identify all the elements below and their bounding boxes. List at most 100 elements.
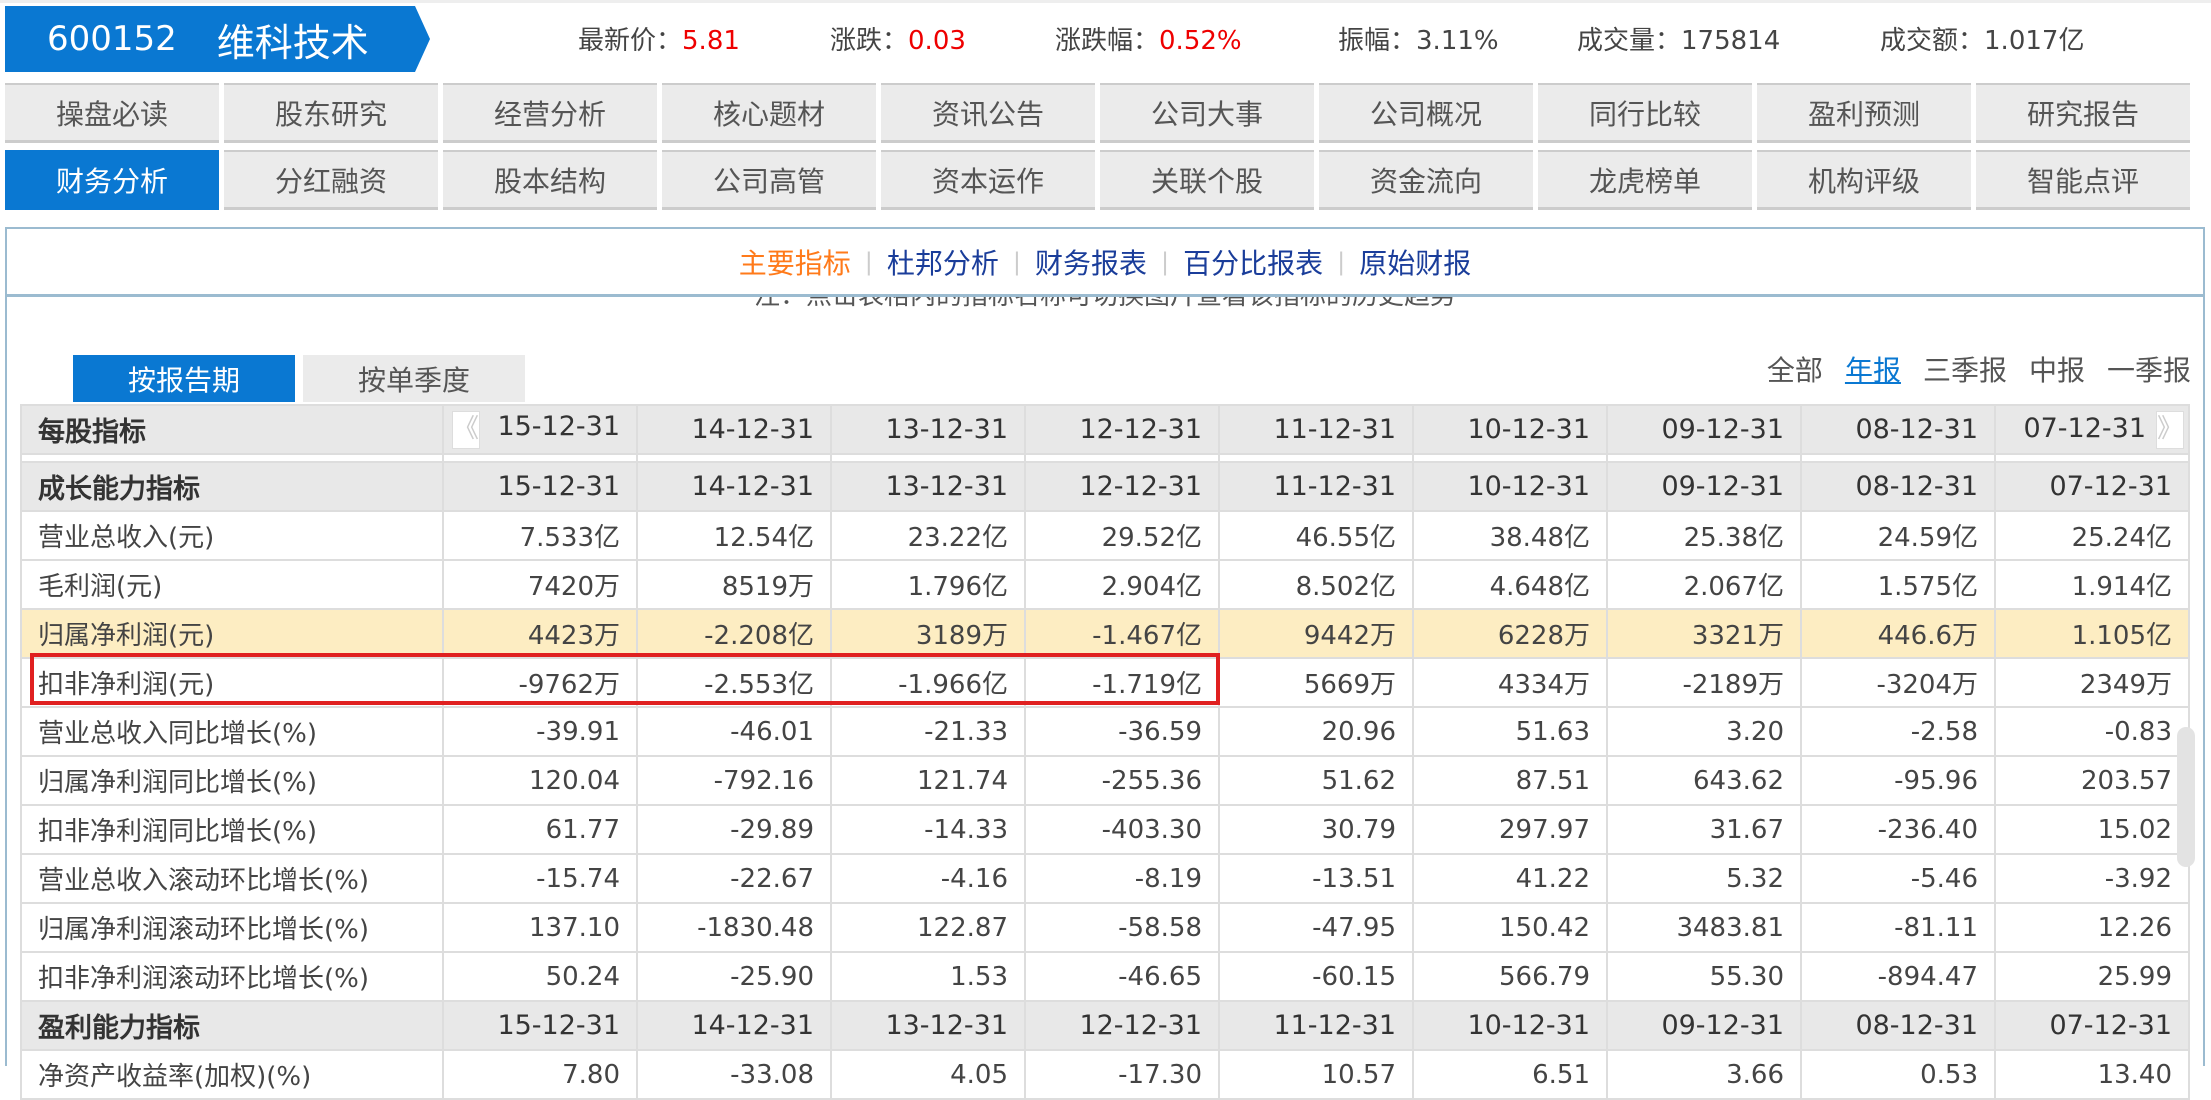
value-cell: 7.533亿 bbox=[442, 510, 638, 561]
date-header: 14-12-31 bbox=[636, 1000, 832, 1051]
value-cell: -2.58 bbox=[1800, 706, 1996, 757]
period-tab[interactable]: 按报告期 bbox=[73, 355, 295, 402]
indicator-name[interactable]: 扣非净利润滚动环比增长(%) bbox=[20, 951, 444, 1002]
date-header: 15-12-31 bbox=[442, 461, 638, 512]
indicator-name[interactable]: 归属净利润同比增长(%) bbox=[20, 755, 444, 806]
value-cell: 8519万 bbox=[636, 559, 832, 610]
nav-tab-17[interactable]: 龙虎榜单 bbox=[1538, 150, 1752, 210]
scrollbar[interactable] bbox=[2177, 727, 2195, 867]
date-header: 11-12-31 bbox=[1218, 1000, 1414, 1051]
next-arrow-icon[interactable]: 》 bbox=[2156, 410, 2184, 449]
value-cell: -14.33 bbox=[830, 804, 1026, 855]
indicator-name[interactable]: 扣非净利润(元) bbox=[20, 657, 444, 708]
nav-tab-14[interactable]: 资本运作 bbox=[881, 150, 1095, 210]
date-header: 07-12-31 》 bbox=[1994, 404, 2190, 455]
nav-tab-3[interactable]: 核心题材 bbox=[662, 83, 876, 143]
stock-name: 维科技术 bbox=[216, 20, 369, 65]
value-cell: 1.53 bbox=[830, 951, 1026, 1002]
nav-tab-9[interactable]: 研究报告 bbox=[1976, 83, 2190, 143]
value-cell: 203.57 bbox=[1994, 755, 2190, 806]
spacer-row bbox=[20, 453, 2190, 463]
indicator-name[interactable]: 归属净利润滚动环比增长(%) bbox=[20, 902, 444, 953]
subtab-link[interactable]: 杜邦分析 bbox=[873, 242, 1013, 282]
value-cell: 6.51 bbox=[1412, 1049, 1608, 1100]
nav-tab-19[interactable]: 智能点评 bbox=[1976, 150, 2190, 210]
value-cell: 24.59亿 bbox=[1800, 510, 1996, 561]
prev-arrow-icon[interactable]: 《 bbox=[452, 410, 480, 449]
value-cell: 12.54亿 bbox=[636, 510, 832, 561]
value-cell: 29.52亿 bbox=[1024, 510, 1220, 561]
indicator-name[interactable]: 毛利润(元) bbox=[20, 559, 444, 610]
filter-tab[interactable]: 全部 bbox=[1767, 349, 1823, 389]
nav-tab-4[interactable]: 资讯公告 bbox=[881, 83, 1095, 143]
nav-tab-13[interactable]: 公司高管 bbox=[662, 150, 876, 210]
value-cell: 4423万 bbox=[442, 608, 638, 659]
value-cell: 2.904亿 bbox=[1024, 559, 1220, 610]
nav-tab-18[interactable]: 机构评级 bbox=[1757, 150, 1971, 210]
nav-tab-1[interactable]: 股东研究 bbox=[224, 83, 438, 143]
quote-value: 0.03 bbox=[908, 26, 966, 56]
date-text: 12-12-31 bbox=[1079, 414, 1202, 445]
nav-tab-8[interactable]: 盈利预测 bbox=[1757, 83, 1971, 143]
header-label: 每股指标 bbox=[20, 404, 444, 455]
nav-tab-7[interactable]: 同行比较 bbox=[1538, 83, 1752, 143]
subtab-link[interactable]: 主要指标 bbox=[725, 242, 865, 282]
spacer-cell bbox=[1412, 453, 1608, 463]
value-cell: 643.62 bbox=[1606, 755, 1802, 806]
nav-tab-0[interactable]: 操盘必读 bbox=[5, 83, 219, 143]
sub-tabs: 主要指标 | 杜邦分析 | 财务报表 | 百分比报表 | 原始财报 bbox=[7, 227, 2203, 297]
nav-tab-15[interactable]: 关联个股 bbox=[1100, 150, 1314, 210]
date-header: 《 15-12-31 bbox=[442, 404, 638, 455]
nav-tab-2[interactable]: 经营分析 bbox=[443, 83, 657, 143]
indicator-name[interactable]: 营业总收入(元) bbox=[20, 510, 444, 561]
subtab-link[interactable]: 财务报表 bbox=[1021, 242, 1161, 282]
quote-label: 最新价： bbox=[578, 26, 683, 56]
separator: | bbox=[864, 247, 873, 276]
indicator-name[interactable]: 营业总收入同比增长(%) bbox=[20, 706, 444, 757]
value-cell: -36.59 bbox=[1024, 706, 1220, 757]
value-cell: 87.51 bbox=[1412, 755, 1608, 806]
period-tab[interactable]: 按单季度 bbox=[303, 355, 525, 402]
filter-tab[interactable]: 一季报 bbox=[2107, 349, 2191, 389]
date-text: 13-12-31 bbox=[885, 414, 1008, 445]
separator: | bbox=[1161, 247, 1170, 276]
nav-tab-5[interactable]: 公司大事 bbox=[1100, 83, 1314, 143]
filter-tab[interactable]: 三季报 bbox=[1923, 349, 2007, 389]
nav-tab-6[interactable]: 公司概况 bbox=[1319, 83, 1533, 143]
filter-tab[interactable]: 年报 bbox=[1845, 349, 1901, 389]
spacer-cell bbox=[1024, 453, 1220, 463]
quote-item: 涨跌：0.03 bbox=[830, 20, 966, 57]
value-cell: -2189万 bbox=[1606, 657, 1802, 708]
indicator-name[interactable]: 净资产收益率(加权)(%) bbox=[20, 1049, 444, 1100]
value-cell: -5.46 bbox=[1800, 853, 1996, 904]
value-cell: 13.40 bbox=[1994, 1049, 2190, 1100]
nav-tab-16[interactable]: 资金流向 bbox=[1319, 150, 1533, 210]
date-text: 08-12-31 bbox=[1855, 414, 1978, 445]
indicator-name[interactable]: 扣非净利润同比增长(%) bbox=[20, 804, 444, 855]
date-text: 09-12-31 bbox=[1661, 414, 1784, 445]
indicator-name[interactable]: 归属净利润(元) bbox=[20, 608, 444, 659]
nav-tab-10[interactable]: 财务分析 bbox=[5, 150, 219, 210]
separator: | bbox=[1337, 247, 1346, 276]
date-text: 15-12-31 bbox=[497, 410, 620, 442]
value-cell: -46.65 bbox=[1024, 951, 1220, 1002]
value-cell: -21.33 bbox=[830, 706, 1026, 757]
indicator-name[interactable]: 营业总收入滚动环比增长(%) bbox=[20, 853, 444, 904]
subtab-link[interactable]: 百分比报表 bbox=[1169, 242, 1337, 282]
nav-tab-12[interactable]: 股本结构 bbox=[443, 150, 657, 210]
value-cell: 3.66 bbox=[1606, 1049, 1802, 1100]
date-header: 12-12-31 bbox=[1024, 404, 1220, 455]
spacer-cell bbox=[20, 453, 444, 463]
value-cell: 12.26 bbox=[1994, 902, 2190, 953]
date-header: 10-12-31 bbox=[1412, 461, 1608, 512]
date-header: 12-12-31 bbox=[1024, 461, 1220, 512]
value-cell: 51.63 bbox=[1412, 706, 1608, 757]
value-cell: -1.966亿 bbox=[830, 657, 1026, 708]
nav-tab-11[interactable]: 分红融资 bbox=[224, 150, 438, 210]
value-cell: 5.32 bbox=[1606, 853, 1802, 904]
filter-tab[interactable]: 中报 bbox=[2029, 349, 2085, 389]
subtab-link[interactable]: 原始财报 bbox=[1345, 242, 1485, 282]
spacer-cell bbox=[1800, 453, 1996, 463]
value-cell: 122.87 bbox=[830, 902, 1026, 953]
date-header: 09-12-31 bbox=[1606, 461, 1802, 512]
